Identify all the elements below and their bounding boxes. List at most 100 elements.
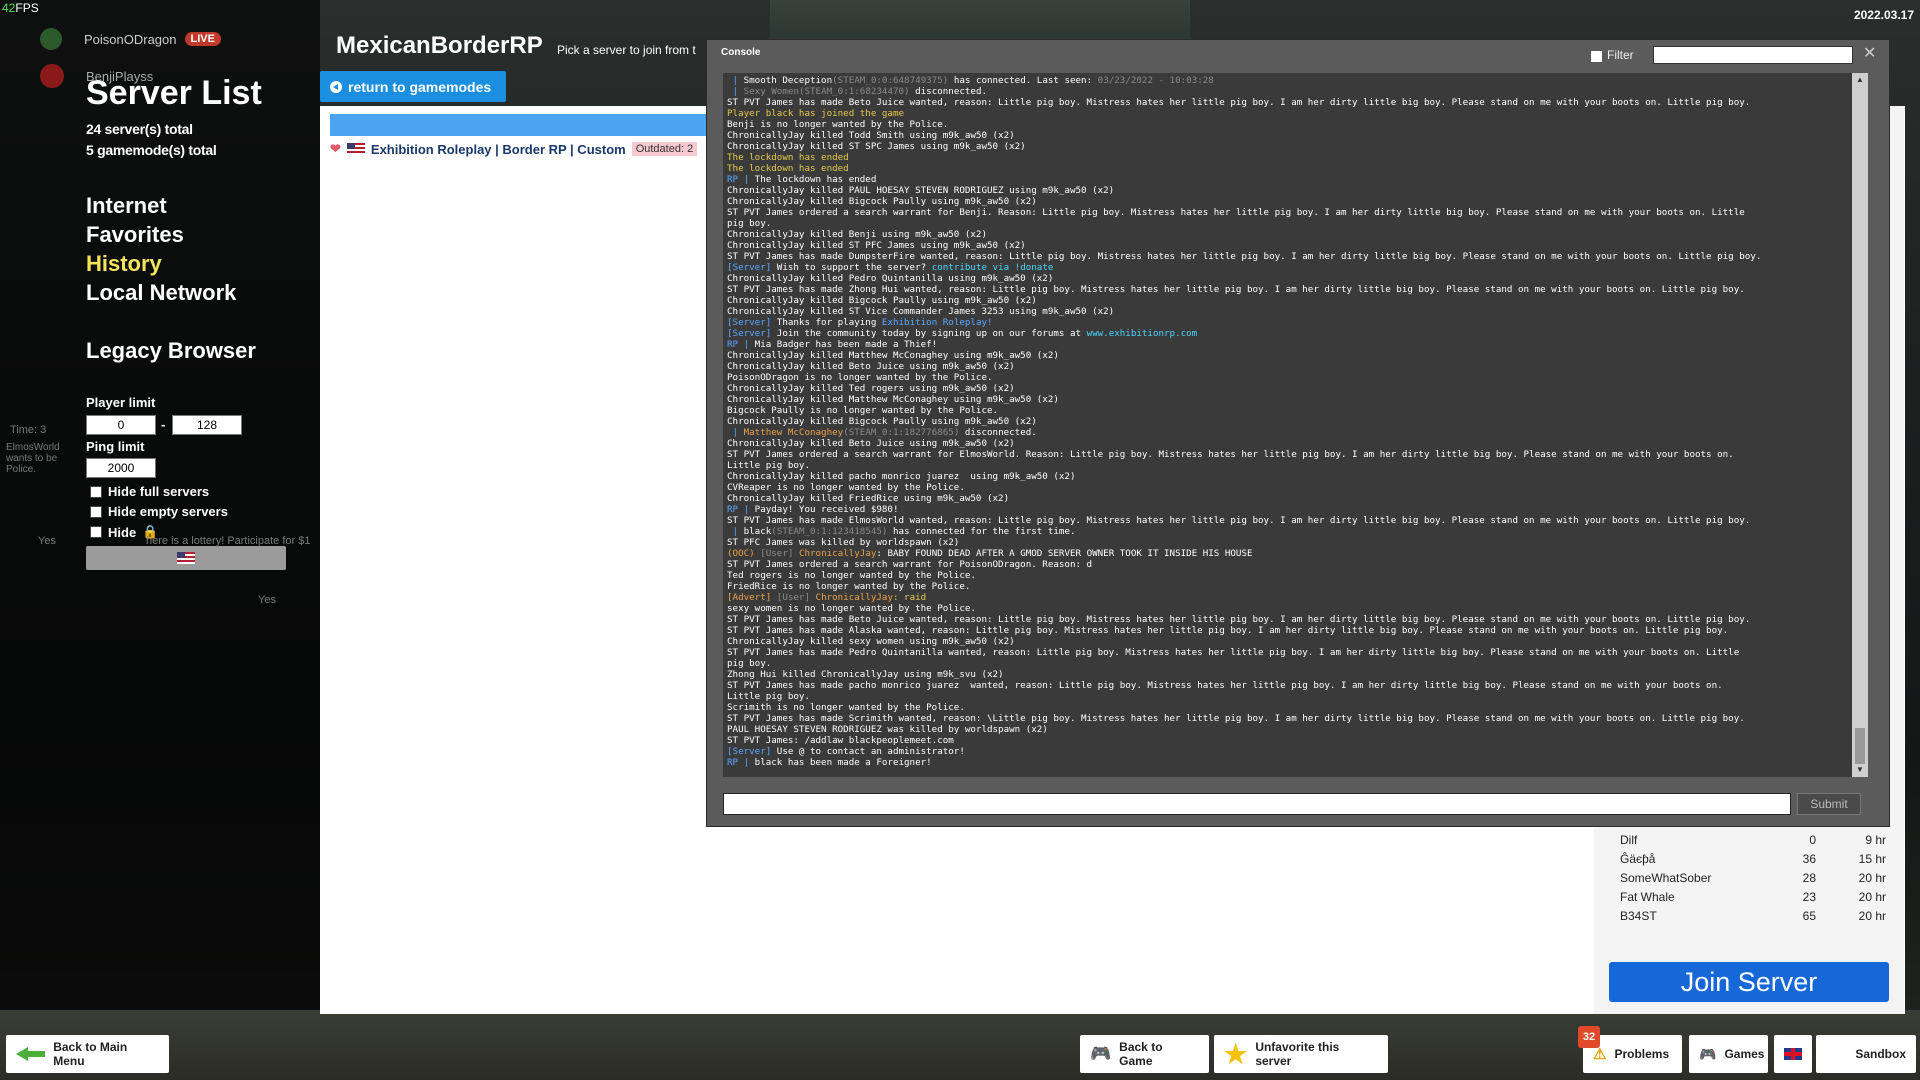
console-segment: ChronicallyJay killed ST PFC James using… (727, 240, 1026, 251)
join-server-button[interactable]: Join Server (1609, 962, 1889, 1002)
console-segment: ChronicallyJay (815, 592, 893, 603)
console-line: [Server] Use @ to contact an administrat… (727, 746, 1864, 757)
console-segment: Payday! You received $980! (754, 504, 899, 515)
player-name: SomeWhatSober (1620, 870, 1712, 885)
player-name: Dilf (1620, 832, 1638, 847)
player-time: 20 hr (1858, 870, 1886, 885)
sandbox-button[interactable]: Sandbox (1816, 1035, 1916, 1073)
console-segment: ChronicallyJay killed ST SPC James using… (727, 141, 1026, 152)
player-row[interactable]: Fat Whale 23 20 hr (1608, 887, 1886, 906)
console-command-input[interactable] (723, 793, 1791, 815)
console-line: The lockdown has ended (727, 152, 1864, 163)
bg-time-text: Time: 3 (10, 424, 47, 436)
unfavorite-label: Unfavorite this server (1255, 1040, 1340, 1068)
player-row[interactable]: B34ST 65 20 hr (1608, 906, 1886, 925)
hide-empty-row[interactable]: Hide empty servers (90, 504, 228, 519)
games-button[interactable]: 🎮 Games (1689, 1035, 1768, 1073)
console-segment: ST PVT James has made Beto Juice wanted,… (727, 614, 1751, 625)
nav-history[interactable]: History (86, 251, 162, 277)
console-line: Little pig boy. (727, 691, 1864, 702)
nav-legacy-browser[interactable]: Legacy Browser (86, 338, 256, 364)
player-row[interactable]: Ĝäєƥå 36 15 hr (1608, 849, 1886, 868)
gamemode-subtitle: Pick a server to join from t (557, 43, 696, 57)
console-segment: RP | (727, 174, 755, 185)
avatar (40, 28, 62, 50)
hide-locked-checkbox[interactable] (90, 526, 102, 538)
console-scrollbar[interactable]: ▲ ▼ (1852, 73, 1868, 777)
console-line: ChronicallyJay killed PAUL HOESAY STEVEN… (727, 185, 1864, 196)
uk-flag-icon (1784, 1048, 1802, 1060)
console-segment: Benji is no longer wanted by the Police. (727, 119, 949, 130)
console-segment: [Advert] (727, 592, 777, 603)
player-min-input[interactable] (86, 415, 156, 435)
hide-full-row[interactable]: Hide full servers (90, 484, 209, 499)
console-line: ST PVT James has made Zhong Hui wanted, … (727, 284, 1864, 295)
console-line: ST PFC James was killed by worldspawn (x… (727, 537, 1864, 548)
ping-limit-input[interactable] (86, 458, 156, 478)
close-icon[interactable]: ✕ (1863, 43, 1876, 63)
console-segment: Little pig boy. (727, 460, 810, 471)
console-line: RP | Payday! You received $980! (727, 504, 1864, 515)
console-line: ChronicallyJay killed FriedRice using m9… (727, 493, 1864, 504)
unfavorite-server-button[interactable]: ★ Unfavorite this server (1214, 1035, 1388, 1073)
console-line: CVReaper is no longer wanted by the Poli… (727, 482, 1864, 493)
console-line: ChronicallyJay killed Matthew McConaghey… (727, 394, 1864, 405)
console-segment: pig boy. (727, 658, 772, 669)
filter-checkbox[interactable] (1591, 51, 1602, 62)
scroll-down-icon[interactable]: ▼ (1852, 763, 1868, 777)
console-segment: : BABY FOUND DEAD AFTER A GMOD SERVER OW… (876, 548, 1253, 559)
return-to-gamemodes-button[interactable]: return to gamemodes (320, 71, 506, 102)
console-line: ChronicallyJay killed Matthew McConaghey… (727, 350, 1864, 361)
console-segment: ChronicallyJay killed Pedro Quintanilla … (727, 273, 1054, 284)
hide-empty-checkbox[interactable] (90, 505, 102, 518)
console-segment: | (727, 86, 744, 97)
console-segment: Mia Badger has been made a Thief! (754, 339, 938, 350)
language-button[interactable] (1774, 1035, 1812, 1073)
nav-internet[interactable]: Internet (86, 193, 167, 219)
hide-full-checkbox[interactable] (90, 485, 102, 498)
submit-button[interactable]: Submit (1797, 793, 1861, 815)
nav-favorites[interactable]: Favorites (86, 222, 184, 248)
console-segment: ChronicallyJay killed pacho monrico juar… (727, 471, 1076, 482)
console-segment: [User] (776, 592, 816, 603)
console-segment: has connected. Last seen: (948, 75, 1098, 86)
games-label: Games (1724, 1047, 1765, 1061)
back-to-main-menu-button[interactable]: Back to Main Menu (6, 1035, 169, 1073)
us-flag-icon (177, 552, 195, 564)
console-segment: Matthew McConaghey (743, 427, 844, 438)
player-row[interactable]: SomeWhatSober 28 20 hr (1608, 868, 1886, 887)
console-segment: ChronicallyJay killed ST Vice Commander … (727, 306, 1115, 317)
scroll-thumb[interactable] (1855, 728, 1865, 764)
player-max-input[interactable] (172, 415, 242, 435)
console-line: [Server] Thanks for playing Exhibition R… (727, 317, 1864, 328)
player-limit-label: Player limit (86, 395, 156, 410)
back-to-game-button[interactable]: 🎮 Back to Game (1080, 1035, 1209, 1073)
console-line: ST PVT James has made Pedro Quintanilla … (727, 647, 1864, 658)
live-badge: LIVE (184, 32, 221, 46)
scroll-up-icon[interactable]: ▲ (1852, 73, 1868, 87)
player-score: 65 (1802, 908, 1816, 923)
console-window: Console Filter ✕ | Smooth Deception(STEA… (706, 39, 1890, 827)
console-line: sexy women is no longer wanted by the Po… (727, 603, 1864, 614)
console-segment: The lockdown has ended (727, 163, 849, 174)
console-segment: ChronicallyJay killed Ted rogers using m… (727, 383, 1015, 394)
filter-input[interactable] (1653, 46, 1853, 64)
console-line: ChronicallyJay killed ST Vice Commander … (727, 306, 1864, 317)
console-segment: | (727, 526, 744, 537)
console-segment: ChronicallyJay killed Matthew McConaghey… (727, 394, 1059, 405)
country-filter-bar[interactable] (86, 546, 286, 570)
console-line: PAUL HOESAY STEVEN RODRIGUEZ was killed … (727, 724, 1864, 735)
console-segment: (STEAM_0:1:182776865) (843, 427, 960, 438)
server-row[interactable]: ❤ Exhibition Roleplay | Border RP | Cust… (330, 140, 710, 158)
console-segment: ST PVT James has made Zhong Hui wanted, … (727, 284, 1745, 295)
player-row[interactable]: Dilf 0 9 hr (1608, 830, 1886, 849)
console-segment: ChronicallyJay killed Beto Juice using m… (727, 438, 1015, 449)
console-line: | Smooth Deception(STEAM_0:0:648749375) … (727, 75, 1864, 86)
console-segment: ST PVT James: /addlaw blackpeoplemeet.co… (727, 735, 954, 746)
console-line: | Matthew McConaghey(STEAM_0:1:182776865… (727, 427, 1864, 438)
console-line: RP | Mia Badger has been made a Thief! (727, 339, 1864, 350)
console-segment: RP | (727, 504, 755, 515)
console-segment: ChronicallyJay killed Benji using m9k_aw… (727, 229, 987, 240)
back-game-label: Back to Game (1119, 1040, 1163, 1068)
nav-local-network[interactable]: Local Network (86, 280, 236, 306)
